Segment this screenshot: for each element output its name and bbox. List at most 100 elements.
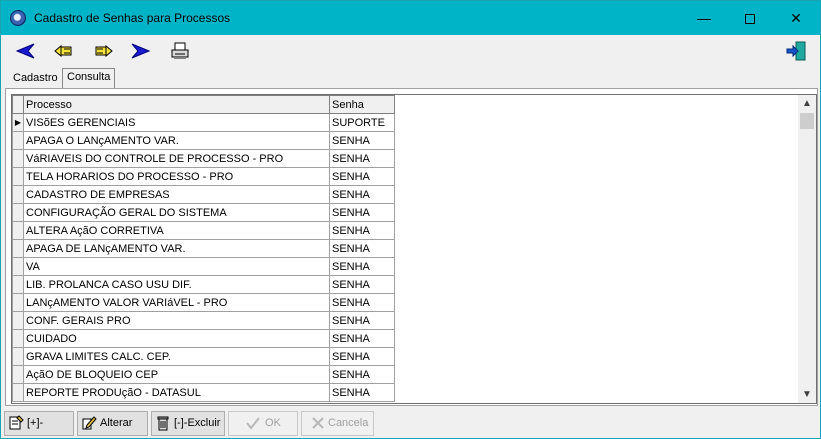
cell-senha[interactable]: SENHA	[329, 185, 395, 204]
next-record-button[interactable]	[92, 40, 114, 62]
scroll-up-button[interactable]: ▲	[798, 95, 816, 112]
table-row[interactable]: ▶ VISõES GERENCIAIS SUPORTE	[12, 113, 395, 132]
table-row[interactable]: LANçAMENTO VALOR VARIáVEL - PRO SENHA	[12, 293, 395, 312]
consulta-panel: Processo Senha ▶ VISõES GERENCIAIS SUPORTE…	[5, 88, 818, 406]
cell-processo[interactable]: APAGA DE LANçAMENTO VAR.	[23, 239, 330, 258]
maximize-icon	[745, 14, 755, 25]
row-indicator[interactable]	[12, 311, 24, 330]
cell-senha[interactable]: SENHA	[329, 383, 395, 402]
cell-processo[interactable]: VáRIAVEIS DO CONTROLE DE PROCESSO - PRO	[23, 149, 330, 168]
app-icon[interactable]	[10, 10, 26, 26]
cell-senha[interactable]: SENHA	[329, 347, 395, 366]
cell-senha[interactable]: SENHA	[329, 275, 395, 294]
row-indicator[interactable]	[12, 131, 24, 150]
row-indicator[interactable]	[12, 347, 24, 366]
print-button[interactable]	[169, 40, 191, 62]
table-row[interactable]: VA SENHA	[12, 257, 395, 276]
header-senha[interactable]: Senha	[329, 95, 395, 114]
excluir-label: [-]-Excluir	[174, 417, 221, 429]
row-indicator[interactable]	[12, 293, 24, 312]
previous-record-button[interactable]	[53, 40, 75, 62]
cell-processo[interactable]: LANçAMENTO VALOR VARIáVEL - PRO	[23, 293, 330, 312]
close-button[interactable]: ✕	[773, 1, 819, 35]
cell-processo[interactable]: VA	[23, 257, 330, 276]
row-indicator[interactable]: ▶	[12, 113, 24, 132]
grid-body: ▶ VISõES GERENCIAIS SUPORTE APAGA O LANçAME…	[12, 113, 395, 402]
table-row[interactable]: CUIDADO SENHA	[12, 329, 395, 348]
row-indicator[interactable]	[12, 365, 24, 384]
row-indicator[interactable]	[12, 185, 24, 204]
cell-processo[interactable]: REPORTE PRODUçãO - DATASUL	[23, 383, 330, 402]
cell-senha[interactable]: SENHA	[329, 257, 395, 276]
table-row[interactable]: ALTERA AçãO CORRETIVA SENHA	[12, 221, 395, 240]
cell-processo[interactable]: CONF. GERAIS PRO	[23, 311, 330, 330]
window-title: Cadastro de Senhas para Processos	[34, 11, 231, 25]
cell-senha[interactable]: SENHA	[329, 149, 395, 168]
cell-processo[interactable]: GRAVA LIMITES CALC. CEP.	[23, 347, 330, 366]
cell-senha[interactable]: SENHA	[329, 131, 395, 150]
minimize-button[interactable]: —	[681, 1, 727, 35]
first-record-button[interactable]	[14, 40, 36, 62]
scroll-thumb[interactable]	[800, 113, 814, 129]
cell-processo[interactable]: TELA HORARIOS DO PROCESSO - PRO	[23, 167, 330, 186]
table-row[interactable]: TELA HORARIOS DO PROCESSO - PRO SENHA	[12, 167, 395, 186]
exit-button[interactable]	[785, 40, 807, 62]
table-row[interactable]: GRAVA LIMITES CALC. CEP. SENHA	[12, 347, 395, 366]
toolbar	[1, 35, 820, 67]
tab-cadastro[interactable]: Cadastro	[9, 71, 62, 88]
title-bar[interactable]: Cadastro de Senhas para Processos — ✕	[1, 1, 820, 35]
cell-processo[interactable]: CADASTRO DE EMPRESAS	[23, 185, 330, 204]
row-indicator[interactable]	[12, 167, 24, 186]
cancela-button[interactable]: Cancela	[301, 411, 374, 436]
cell-senha[interactable]: SENHA	[329, 239, 395, 258]
print-icon	[171, 42, 189, 59]
ok-button[interactable]: OK	[228, 411, 298, 436]
row-indicator[interactable]	[12, 383, 24, 402]
cell-senha[interactable]: SENHA	[329, 167, 395, 186]
cell-processo[interactable]: ALTERA AçãO CORRETIVA	[23, 221, 330, 240]
excluir-button[interactable]: [-]-Excluir	[151, 411, 225, 436]
cell-senha[interactable]: SENHA	[329, 221, 395, 240]
table-row[interactable]: VáRIAVEIS DO CONTROLE DE PROCESSO - PRO S…	[12, 149, 395, 168]
inserir-button[interactable]: [+]-Inserir	[4, 411, 74, 436]
table-row[interactable]: REPORTE PRODUçãO - DATASUL SENHA	[12, 383, 395, 402]
cell-senha[interactable]: SENHA	[329, 365, 395, 384]
table-row[interactable]: CONFIGURAÇÃO GERAL DO SISTEMA SENHA	[12, 203, 395, 222]
row-indicator[interactable]	[12, 221, 24, 240]
row-indicator[interactable]	[12, 329, 24, 348]
cell-processo[interactable]: CUIDADO	[23, 329, 330, 348]
table-row[interactable]: APAGA O LANçAMENTO VAR. SENHA	[12, 131, 395, 150]
app-window: Cadastro de Senhas para Processos — ✕ Ca…	[0, 0, 821, 439]
table-row[interactable]: LIB. PROLANCA CASO USU DIF. SENHA	[12, 275, 395, 294]
cell-senha[interactable]: SENHA	[329, 293, 395, 312]
table-row[interactable]: APAGA DE LANçAMENTO VAR. SENHA	[12, 239, 395, 258]
vertical-scrollbar[interactable]: ▲ ▼	[798, 95, 816, 403]
tab-consulta[interactable]: Consulta	[62, 68, 116, 88]
table-row[interactable]: CADASTRO DE EMPRESAS SENHA	[12, 185, 395, 204]
alterar-button[interactable]: Alterar	[77, 411, 148, 436]
maximize-button[interactable]	[727, 1, 773, 35]
cell-senha[interactable]: SENHA	[329, 329, 395, 348]
row-indicator[interactable]	[12, 239, 24, 258]
action-bar: [+]-Inserir Alterar [-]-Excluir OK	[1, 409, 820, 438]
cell-senha[interactable]: SENHA	[329, 203, 395, 222]
last-record-button[interactable]	[130, 40, 152, 62]
processes-grid[interactable]: Processo Senha ▶ VISõES GERENCIAIS SUPORTE…	[11, 94, 817, 404]
cell-senha[interactable]: SUPORTE	[329, 113, 395, 132]
ok-label: OK	[265, 417, 281, 429]
cell-processo[interactable]: AçãO DE BLOQUEIO CEP	[23, 365, 330, 384]
scroll-down-button[interactable]: ▼	[798, 386, 816, 403]
cancela-label: Cancela	[328, 417, 369, 429]
cell-processo[interactable]: CONFIGURAÇÃO GERAL DO SISTEMA	[23, 203, 330, 222]
row-indicator[interactable]	[12, 149, 24, 168]
cell-processo[interactable]: APAGA O LANçAMENTO VAR.	[23, 131, 330, 150]
row-indicator[interactable]	[12, 275, 24, 294]
cell-processo[interactable]: LIB. PROLANCA CASO USU DIF.	[23, 275, 330, 294]
header-processo[interactable]: Processo	[23, 95, 330, 114]
cell-processo[interactable]: VISõES GERENCIAIS	[23, 113, 330, 132]
row-indicator[interactable]	[12, 203, 24, 222]
table-row[interactable]: AçãO DE BLOQUEIO CEP SENHA	[12, 365, 395, 384]
cell-senha[interactable]: SENHA	[329, 311, 395, 330]
table-row[interactable]: CONF. GERAIS PRO SENHA	[12, 311, 395, 330]
row-indicator[interactable]	[12, 257, 24, 276]
